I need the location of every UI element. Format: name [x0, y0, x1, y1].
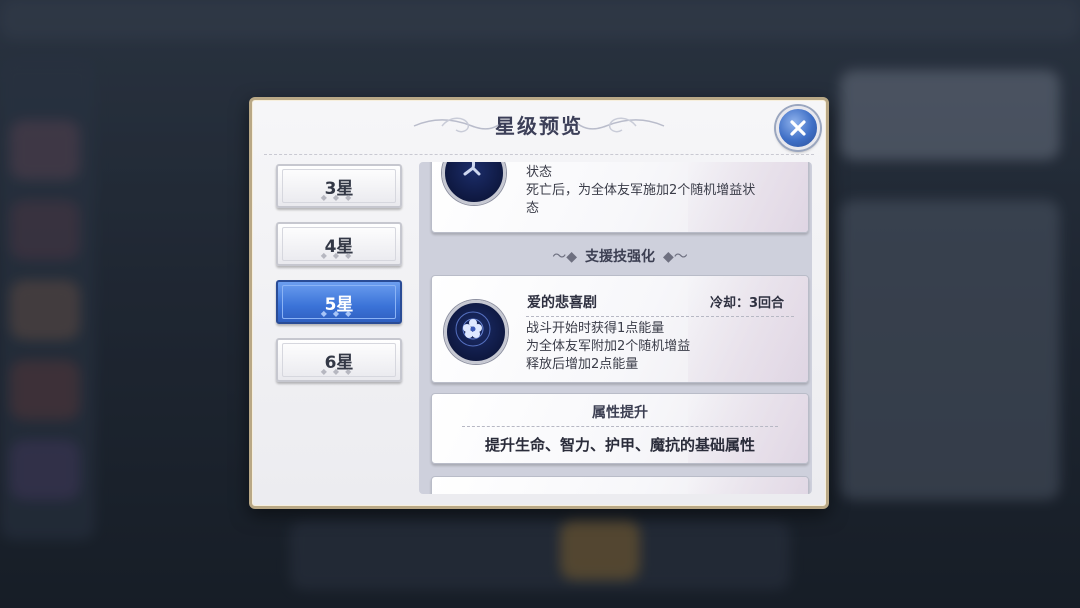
tab-ornament-icon: ◆◆◆ — [320, 251, 358, 260]
close-icon — [790, 120, 806, 136]
skill-emblem-icon — [444, 300, 508, 364]
tab-6-star[interactable]: 6星 ◆◆◆ — [276, 338, 402, 382]
section-ornament-icon: ◆〜 — [663, 249, 688, 265]
skill-desc-line: 状态 — [526, 165, 553, 180]
skill-desc-line: 态 — [526, 201, 540, 216]
skill-desc-line: 死亡后，为全体友军施加2个随机增益状 — [526, 183, 756, 198]
dialog-title: 星级预览 — [495, 114, 583, 138]
tab-ornament-icon: ◆◆◆ — [320, 367, 358, 376]
attribute-boost-card: 属性提升 提升生命、智力、护甲、魔抗的基础属性 — [431, 393, 809, 464]
skill-card-partial: 状态 死亡后，为全体友军施加2个随机增益状 态 — [431, 162, 809, 233]
skill-desc-line: 为全体友军附加2个随机增益 — [526, 339, 691, 354]
star-detail-scroll-panel[interactable]: 状态 死亡后，为全体友军施加2个随机增益状 态 〜◆ 支援技强化 ◆〜 爱的悲喜… — [419, 162, 812, 494]
tab-3-star[interactable]: 3星 ◆◆◆ — [276, 164, 402, 208]
tab-4-star[interactable]: 4星 ◆◆◆ — [276, 222, 402, 266]
attribute-boost-title: 属性提升 — [592, 405, 648, 421]
attribute-boost-description: 提升生命、智力、护甲、魔抗的基础属性 — [484, 436, 755, 454]
support-section-header: 〜◆ 支援技强化 ◆〜 — [431, 246, 809, 268]
next-card-partial — [431, 476, 809, 494]
skill-cooldown: 冷却：3回合 — [709, 296, 784, 311]
skill-desc-line: 释放后增加2点能量 — [526, 357, 639, 372]
tab-5-star[interactable]: 5星 ◆◆◆ — [276, 280, 402, 324]
title-ornament-icon — [577, 117, 665, 133]
dialog-divider — [264, 154, 814, 155]
star-preview-dialog: 星级预览 3星 ◆◆◆ 4星 ◆◆◆ 5星 ◆◆◆ 6星 ◆◆◆ 状态 死亡后，… — [249, 97, 829, 509]
tab-ornament-icon: ◆◆◆ — [320, 193, 358, 202]
skill-emblem-icon — [442, 162, 506, 205]
close-button[interactable] — [776, 106, 820, 150]
skill-name: 爱的悲喜剧 — [527, 295, 597, 311]
section-ornament-icon: 〜◆ — [552, 249, 577, 265]
support-skill-card: 爱的悲喜剧 冷却：3回合 战斗开始时获得1点能量 为全体友军附加2个随机增益 释… — [431, 275, 809, 383]
tab-ornament-icon: ◆◆◆ — [320, 309, 358, 318]
skill-desc-line: 战斗开始时获得1点能量 — [526, 321, 665, 336]
